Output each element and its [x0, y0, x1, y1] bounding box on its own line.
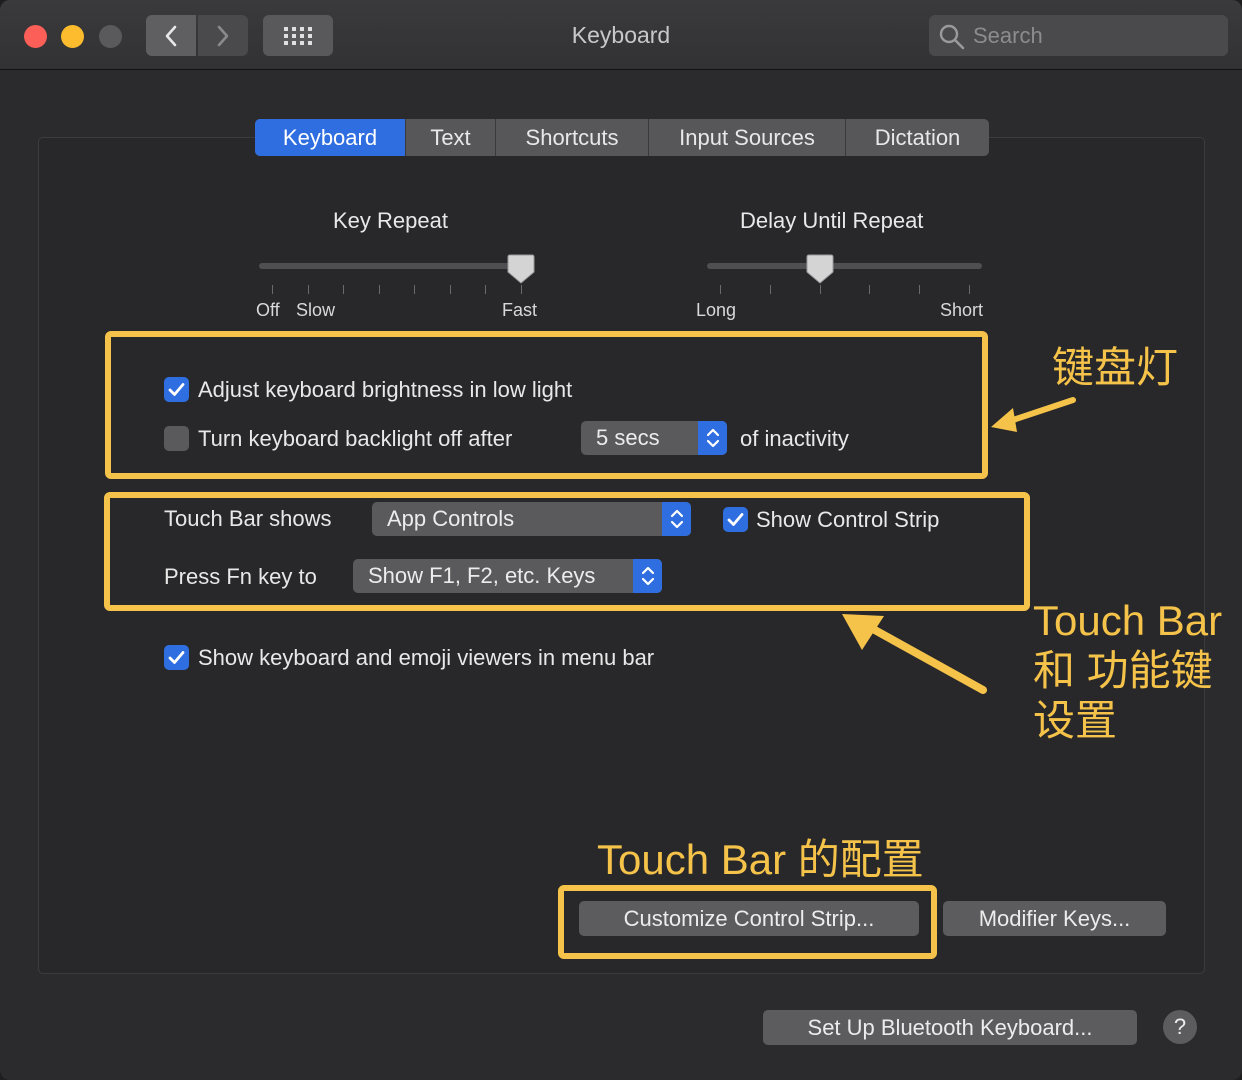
show-viewers-label: Show keyboard and emoji viewers in menu … [198, 645, 655, 670]
slider-tick [969, 285, 970, 294]
backlight-highlight-box [105, 331, 988, 479]
customize-annotation: Touch Bar 的配置 [597, 836, 924, 883]
touch-bar-arrow-icon [842, 614, 987, 694]
search-field[interactable]: Search [929, 15, 1228, 56]
key-repeat-track[interactable] [259, 263, 534, 269]
tab-input-sources[interactable]: Input Sources [649, 119, 846, 156]
slider-tick [379, 285, 380, 294]
checkmark-icon [168, 651, 185, 664]
delay-short-label: Short [940, 300, 984, 320]
key-repeat-label: Key Repeat [333, 208, 448, 233]
slider-tick [521, 285, 522, 294]
slider-tick [450, 285, 451, 294]
customize-highlight-box [558, 885, 937, 959]
keyboard-preferences-window: Keyboard Search Keyboard Text Shortcuts … [0, 0, 1242, 1080]
delay-until-repeat-label: Delay Until Repeat [740, 208, 924, 233]
tab-keyboard[interactable]: Keyboard [255, 119, 406, 156]
key-repeat-off-label: Off [256, 300, 280, 320]
key-repeat-slow-label: Slow [296, 300, 336, 320]
modifier-keys-button[interactable]: Modifier Keys... [943, 901, 1166, 936]
help-button[interactable]: ? [1163, 1010, 1197, 1044]
title-bar: Keyboard Search [0, 0, 1242, 70]
slider-tick [308, 285, 309, 294]
delay-until-repeat-track[interactable] [707, 263, 982, 269]
touch-bar-annotation-line1: Touch Bar [1033, 597, 1223, 644]
show-viewers-checkbox[interactable] [164, 645, 189, 670]
tab-text[interactable]: Text [406, 119, 496, 156]
tab-shortcuts[interactable]: Shortcuts [496, 119, 649, 156]
touch-bar-highlight-box [104, 492, 1030, 611]
set-up-bluetooth-keyboard-button[interactable]: Set Up Bluetooth Keyboard... [763, 1010, 1137, 1045]
slider-tick [919, 285, 920, 294]
touch-bar-annotation-line2: 和 功能键 [1033, 647, 1213, 694]
slider-tick [820, 285, 821, 294]
slider-tick [770, 285, 771, 294]
slider-tick [343, 285, 344, 294]
search-placeholder: Search [973, 23, 1043, 48]
key-repeat-slider-thumb[interactable] [507, 254, 535, 284]
backlight-arrow-icon [991, 397, 1076, 432]
slider-tick [485, 285, 486, 294]
slider-tick [869, 285, 870, 294]
tab-bar: Keyboard Text Shortcuts Input Sources Di… [255, 119, 989, 156]
tab-dictation[interactable]: Dictation [846, 119, 989, 156]
slider-tick [720, 285, 721, 294]
delay-long-label: Long [696, 300, 737, 320]
key-repeat-fast-label: Fast [502, 300, 538, 320]
slider-tick [272, 285, 273, 294]
delay-until-repeat-slider-thumb[interactable] [806, 254, 834, 284]
touch-bar-annotation-line3: 设置 [1033, 697, 1118, 744]
search-icon [939, 24, 965, 50]
slider-tick [414, 285, 415, 294]
backlight-annotation: 键盘灯 [1052, 344, 1179, 391]
